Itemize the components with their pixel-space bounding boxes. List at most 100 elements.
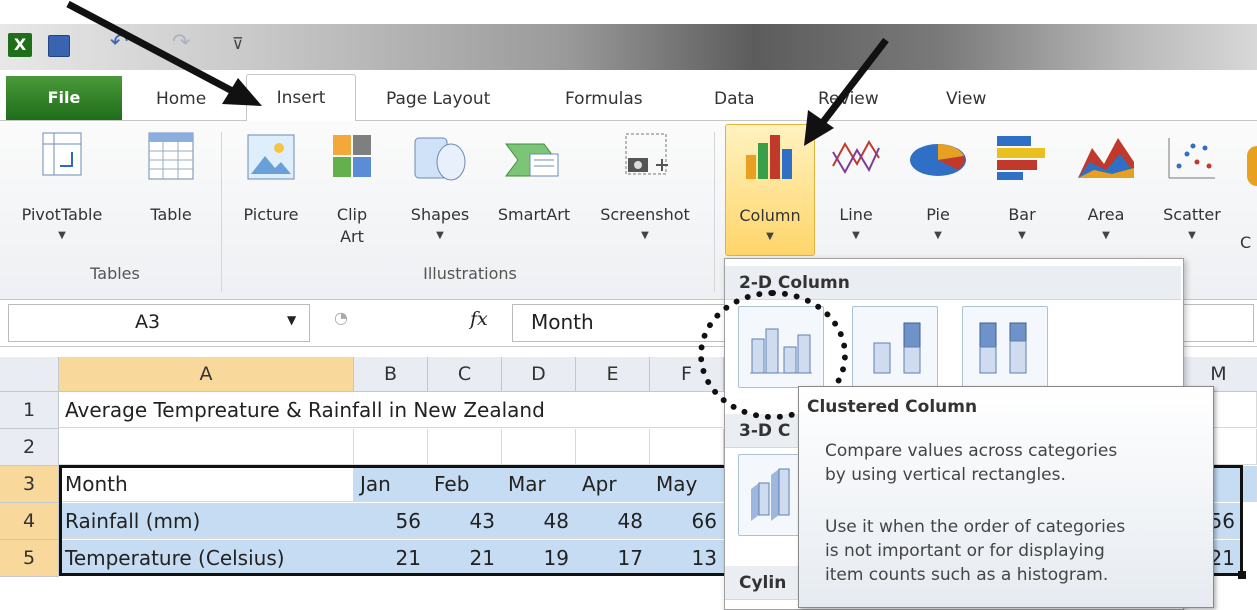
- column-header-d[interactable]: D: [502, 357, 576, 392]
- 100-stacked-column-icon: [979, 322, 1027, 374]
- bar-dropdown-icon: ▼: [1018, 230, 1026, 241]
- table-label: Table: [150, 205, 192, 224]
- pie-chart-button[interactable]: Pie ▼: [900, 132, 976, 252]
- tab-data[interactable]: Data: [714, 80, 755, 118]
- scatter-label: Scatter: [1163, 205, 1221, 224]
- pivottable-dropdown-icon: ▼: [58, 230, 66, 241]
- scatter-chart-icon: [1168, 138, 1215, 179]
- save-icon[interactable]: [48, 35, 70, 57]
- tooltip-text-3: Use it when the order of categories: [825, 517, 1126, 537]
- cell-e2[interactable]: [576, 429, 650, 465]
- tab-view[interactable]: View: [946, 80, 986, 118]
- screenshot-label: Screenshot: [600, 205, 690, 224]
- pivottable-label: PivotTable: [21, 205, 103, 224]
- column-chart-icon: [746, 135, 792, 179]
- top-margin: [0, 0, 1257, 24]
- tooltip-title: Clustered Column: [807, 397, 978, 417]
- column-header-e[interactable]: E: [576, 357, 650, 392]
- customize-qat-icon[interactable]: ⊽: [232, 34, 244, 53]
- shapes-label: Shapes: [410, 205, 470, 224]
- line-dropdown-icon: ▼: [852, 230, 860, 241]
- bar-chart-icon: [997, 136, 1045, 180]
- tab-file[interactable]: File: [6, 76, 122, 120]
- picture-icon: [247, 134, 295, 180]
- pie-chart-icon: [910, 144, 966, 176]
- row-header-4[interactable]: 4: [0, 503, 59, 540]
- 100-stacked-column-option[interactable]: [962, 306, 1048, 388]
- tooltip-text-4: is not important or for displaying: [825, 541, 1105, 561]
- table-icon: [148, 132, 194, 180]
- group-separator: [221, 132, 222, 292]
- bar-label: Bar: [1008, 205, 1036, 224]
- name-box[interactable]: A3 ▼: [8, 304, 310, 342]
- picture-button[interactable]: Picture: [236, 132, 306, 260]
- area-chart-icon: [1078, 138, 1134, 178]
- illustrations-group-label: Illustrations: [423, 264, 517, 283]
- line-label: Line: [839, 205, 873, 224]
- screenshot-button[interactable]: Screenshot ▼: [586, 132, 704, 260]
- name-box-dropdown-icon[interactable]: ▼: [287, 313, 296, 327]
- table-button[interactable]: Table: [136, 132, 206, 260]
- column-header-b[interactable]: B: [354, 357, 428, 392]
- other-charts-label-partial[interactable]: C: [1240, 232, 1257, 254]
- group-separator: [714, 132, 715, 292]
- cell-row1-rest[interactable]: [59, 392, 723, 428]
- tooltip-text-2: by using vertical rectangles.: [825, 465, 1066, 485]
- cell-f2[interactable]: [650, 429, 724, 465]
- cell-a2[interactable]: [59, 429, 354, 465]
- smartart-label: SmartArt: [497, 205, 571, 224]
- undo-icon[interactable]: ↶: [110, 30, 128, 55]
- line-chart-icon: [832, 140, 880, 175]
- shapes-dropdown-icon: ▼: [436, 230, 444, 241]
- row-header-2[interactable]: 2: [0, 429, 59, 466]
- smartart-button[interactable]: SmartArt: [486, 132, 582, 260]
- tab-formulas[interactable]: Formulas: [565, 80, 643, 118]
- pie-label: Pie: [926, 205, 950, 224]
- clip-art-button[interactable]: Clip Art: [322, 132, 382, 260]
- smartart-icon: [505, 143, 559, 177]
- column-header-a[interactable]: A: [59, 357, 354, 392]
- clip-art-label-1: Clip: [336, 205, 368, 224]
- chart-tooltip: Clustered Column Compare values across c…: [798, 386, 1214, 608]
- tooltip-text-5: item counts such as a histogram.: [825, 565, 1109, 585]
- pivottable-icon: [42, 132, 82, 176]
- area-label: Area: [1087, 205, 1125, 224]
- bar-chart-button[interactable]: Bar ▼: [984, 132, 1060, 252]
- formula-cancel-icon: ◔: [334, 308, 348, 327]
- tooltip-text-1: Compare values across categories: [825, 441, 1118, 461]
- excel-icon[interactable]: X: [8, 33, 32, 57]
- pie-dropdown-icon: ▼: [934, 230, 942, 241]
- clip-art-icon: [333, 135, 371, 177]
- column-dropdown-icon: ▼: [766, 231, 774, 242]
- cell-c2[interactable]: [428, 429, 502, 465]
- redo-icon[interactable]: ↷: [172, 30, 190, 55]
- area-chart-button[interactable]: Area ▼: [1068, 132, 1144, 252]
- select-all-corner[interactable]: [0, 357, 59, 392]
- row-header-1[interactable]: 1: [0, 392, 59, 429]
- area-dropdown-icon: ▼: [1102, 230, 1110, 241]
- pivottable-button[interactable]: PivotTable ▼: [14, 132, 110, 260]
- row-header-5[interactable]: 5: [0, 540, 59, 577]
- screenshot-icon: [625, 133, 668, 175]
- shapes-icon: [414, 137, 466, 181]
- column-chart-button[interactable]: Column ▼: [725, 124, 815, 256]
- cell-d2[interactable]: [502, 429, 576, 465]
- name-box-value: A3: [135, 311, 161, 333]
- fill-handle[interactable]: [1238, 571, 1246, 579]
- shapes-button[interactable]: Shapes ▼: [400, 132, 480, 260]
- cell-b2[interactable]: [354, 429, 428, 465]
- line-chart-button[interactable]: Line ▼: [818, 132, 894, 252]
- row-header-3[interactable]: 3: [0, 466, 59, 503]
- other-charts-icon-partial: [1247, 146, 1257, 186]
- scatter-chart-button[interactable]: Scatter ▼: [1152, 132, 1232, 252]
- screenshot-dropdown-icon: ▼: [641, 230, 649, 241]
- stacked-column-option[interactable]: [852, 306, 938, 388]
- insert-function-icon[interactable]: fx: [470, 308, 488, 330]
- tab-page-layout[interactable]: Page Layout: [386, 80, 490, 118]
- stacked-column-icon: [873, 322, 921, 374]
- tab-review[interactable]: Review: [818, 80, 879, 118]
- tab-home[interactable]: Home: [156, 80, 206, 118]
- tab-insert[interactable]: Insert: [246, 74, 356, 121]
- column-header-c[interactable]: C: [428, 357, 502, 392]
- formula-value: Month: [531, 310, 594, 334]
